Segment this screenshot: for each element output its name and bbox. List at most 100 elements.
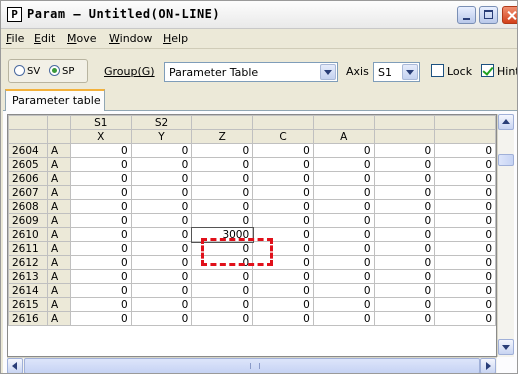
table-cell[interactable]: 0 <box>373 255 436 270</box>
table-cell[interactable]: 0 <box>373 227 436 242</box>
table-cell[interactable]: 0 <box>252 143 314 158</box>
app-icon[interactable]: P <box>7 7 22 22</box>
close-button[interactable] <box>502 6 517 24</box>
tab-parameter-table[interactable]: Parameter table <box>5 89 105 111</box>
table-cell[interactable]: 0 <box>69 171 132 186</box>
table-cell[interactable]: 0 <box>434 157 496 172</box>
table-cell[interactable]: 0 <box>434 185 496 200</box>
table-row[interactable]: 2611 A 0 0 0 0 0 0 0 <box>8 241 496 256</box>
scroll-up-icon[interactable] <box>498 114 514 130</box>
table-cell[interactable]: 0 <box>252 185 314 200</box>
table-row[interactable]: 2614 A 0 0 0 0 0 0 0 <box>8 283 496 298</box>
table-cell[interactable]: 0 <box>434 171 496 186</box>
table-row[interactable]: 2607 A 0 0 0 0 0 0 0 <box>8 185 496 200</box>
minimize-button[interactable] <box>457 6 476 24</box>
table-cell[interactable]: 0 <box>434 283 496 298</box>
title-bar[interactable]: P Param – Untitled(ON-LINE) <box>1 1 517 29</box>
table-cell[interactable]: 0 <box>312 297 375 312</box>
table-cell[interactable]: 0 <box>434 269 496 284</box>
table-cell[interactable]: 0 <box>373 185 436 200</box>
table-cell[interactable]: 0 <box>373 157 436 172</box>
table-cell[interactable]: 0 <box>312 213 375 228</box>
table-cell[interactable]: 0 <box>252 171 314 186</box>
table-cell[interactable]: 0 <box>312 241 375 256</box>
table-cell[interactable]: 0 <box>130 241 193 256</box>
lock-label[interactable]: Lock <box>447 65 472 78</box>
table-cell[interactable]: 0 <box>69 143 132 158</box>
table-cell[interactable]: 0 <box>191 185 254 200</box>
table-row[interactable]: 2616 A 0 0 0 0 0 0 0 <box>8 311 496 326</box>
table-row[interactable]: 2613 A 0 0 0 0 0 0 0 <box>8 269 496 284</box>
table-cell[interactable]: 0 <box>312 171 375 186</box>
table-cell[interactable]: 0 <box>373 311 436 326</box>
horizontal-scroll-thumb[interactable] <box>24 358 480 373</box>
table-cell[interactable]: 0 <box>252 269 314 284</box>
table-cell[interactable]: 0 <box>434 143 496 158</box>
table-cell[interactable]: 0 <box>434 241 496 256</box>
menu-edit[interactable]: Edit <box>34 32 55 45</box>
table-row[interactable]: 2604 A 0 0 0 0 0 0 0 <box>8 143 496 158</box>
table-cell[interactable]: 0 <box>373 171 436 186</box>
maximize-button[interactable] <box>479 6 498 24</box>
table-cell[interactable]: 0 <box>191 143 254 158</box>
table-cell[interactable]: 0 <box>130 297 193 312</box>
table-cell[interactable]: 0 <box>130 143 193 158</box>
axis-select[interactable]: S1 <box>373 62 420 82</box>
table-cell[interactable]: 0 <box>252 297 314 312</box>
group-select[interactable]: Parameter Table <box>164 62 338 82</box>
table-cell[interactable]: 0 <box>130 185 193 200</box>
table-cell[interactable]: 0 <box>312 143 375 158</box>
table-cell[interactable]: 0 <box>252 213 314 228</box>
table-cell[interactable]: 0 <box>252 227 314 242</box>
table-cell[interactable]: 0 <box>252 255 314 270</box>
table-cell[interactable]: 0 <box>312 199 375 214</box>
table-cell[interactable]: 0 <box>130 199 193 214</box>
hint-label[interactable]: Hint <box>497 65 517 78</box>
chevron-down-icon[interactable] <box>320 64 336 80</box>
table-cell[interactable]: 0 <box>312 269 375 284</box>
vertical-scrollbar[interactable] <box>497 114 514 357</box>
table-cell[interactable]: 0 <box>312 255 375 270</box>
table-row[interactable]: 2615 A 0 0 0 0 0 0 0 <box>8 297 496 312</box>
table-cell[interactable]: 0 <box>130 227 193 242</box>
table-cell[interactable]: 0 <box>130 283 193 298</box>
table-cell[interactable]: 0 <box>312 185 375 200</box>
table-cell[interactable]: 0 <box>130 157 193 172</box>
table-cell[interactable]: 0 <box>69 213 132 228</box>
table-cell[interactable]: 0 <box>69 157 132 172</box>
table-cell[interactable]: 0 <box>191 213 254 228</box>
table-cell[interactable]: 0 <box>434 199 496 214</box>
radio-sp[interactable] <box>49 65 60 76</box>
table-cell[interactable]: 0 <box>69 269 132 284</box>
radio-sp-label[interactable]: SP <box>62 66 74 77</box>
table-cell[interactable]: 0 <box>312 311 375 326</box>
table-cell[interactable]: 0 <box>69 227 132 242</box>
table-cell[interactable]: 0 <box>191 171 254 186</box>
table-cell[interactable]: 0 <box>373 143 436 158</box>
table-cell[interactable]: 0 <box>373 297 436 312</box>
table-cell[interactable]: 0 <box>130 269 193 284</box>
table-cell[interactable]: 0 <box>312 283 375 298</box>
table-cell[interactable]: 0 <box>191 269 254 284</box>
table-cell[interactable]: 0 <box>434 227 496 242</box>
table-cell[interactable]: 0 <box>252 283 314 298</box>
editing-cell[interactable]: 3000 <box>190 226 254 243</box>
menu-file[interactable]: File <box>6 32 24 45</box>
table-cell[interactable]: 0 <box>191 157 254 172</box>
table-cell[interactable]: 0 <box>434 297 496 312</box>
scroll-left-icon[interactable] <box>7 358 23 373</box>
table-cell[interactable]: 0 <box>252 199 314 214</box>
table-cell[interactable]: 0 <box>130 171 193 186</box>
vertical-scroll-thumb[interactable] <box>498 154 514 166</box>
scroll-down-icon[interactable] <box>498 339 514 355</box>
horizontal-scrollbar[interactable] <box>7 357 497 373</box>
table-cell[interactable]: 0 <box>191 297 254 312</box>
table-cell[interactable]: 0 <box>434 255 496 270</box>
table-cell[interactable]: 0 <box>69 241 132 256</box>
table-cell[interactable]: 0 <box>130 311 193 326</box>
table-row[interactable]: 2605 A 0 0 0 0 0 0 0 <box>8 157 496 172</box>
table-cell[interactable]: 0 <box>69 297 132 312</box>
table-cell[interactable]: 0 <box>373 213 436 228</box>
table-row[interactable]: 2608 A 0 0 0 0 0 0 0 <box>8 199 496 214</box>
table-cell[interactable]: 0 <box>69 199 132 214</box>
